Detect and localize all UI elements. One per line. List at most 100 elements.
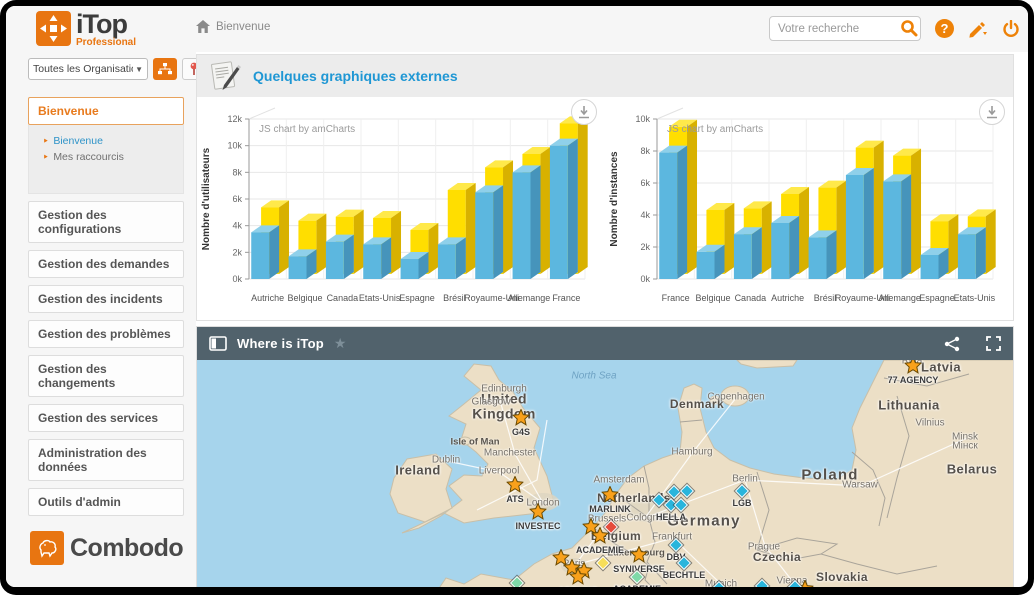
window-frame: iTop Professional Bienvenue ? xyxy=(0,0,1034,595)
org-hierarchy-button[interactable] xyxy=(153,58,177,80)
map-marker-star[interactable] xyxy=(570,568,587,587)
map-marker-star[interactable] xyxy=(530,503,547,525)
chart-download-button[interactable] xyxy=(571,99,597,125)
svg-text:Etats-Unis: Etats-Unis xyxy=(954,293,996,303)
organization-select[interactable]: Toutes les Organisation ▼ xyxy=(28,58,148,80)
map-title: Where is iTop xyxy=(237,336,324,351)
svg-text:Brésil: Brésil xyxy=(443,293,466,303)
sidebar-subitem-bienvenue[interactable]: ‣Bienvenue xyxy=(43,135,177,147)
sidebar-item-outils-d-admin[interactable]: Outils d'admin xyxy=(28,488,184,516)
brand-edition: Professional xyxy=(76,38,136,48)
combodo-logo[interactable]: Combodo xyxy=(30,531,183,565)
map-header: Where is iTop ★ xyxy=(197,327,1013,360)
help-icon[interactable]: ? xyxy=(935,19,954,38)
svg-text:8k: 8k xyxy=(232,167,242,177)
svg-text:Canada: Canada xyxy=(735,293,767,303)
svg-text:Allemange: Allemange xyxy=(508,293,551,303)
bienvenue-submenu: ‣Bienvenue ‣Mes raccourcis xyxy=(28,125,184,194)
search-icon[interactable] xyxy=(900,19,918,37)
svg-text:10k: 10k xyxy=(635,114,650,124)
sidebar-item-gestion-des-configurations[interactable]: Gestion des configurations xyxy=(28,201,184,243)
download-icon xyxy=(578,106,590,119)
chart-download-button[interactable] xyxy=(979,99,1005,125)
svg-text:Brésil: Brésil xyxy=(814,293,837,303)
document-icon xyxy=(207,59,243,93)
sidebar-item-bienvenue[interactable]: Bienvenue xyxy=(28,97,184,125)
svg-text:Nombre d'instances: Nombre d'instances xyxy=(609,151,620,247)
svg-text:Allemange: Allemange xyxy=(878,293,921,303)
svg-text:12k: 12k xyxy=(227,114,242,124)
svg-text:8k: 8k xyxy=(640,146,650,156)
svg-text:Belgique: Belgique xyxy=(287,293,322,303)
sidebar-item-gestion-des-incidents[interactable]: Gestion des incidents xyxy=(28,285,184,313)
svg-text:JS chart by amCharts: JS chart by amCharts xyxy=(259,124,355,135)
panel-toggle-icon[interactable] xyxy=(209,336,227,351)
map-marker-label: HELLA xyxy=(656,512,686,522)
logout-icon[interactable] xyxy=(1002,20,1020,38)
sidebar-item-administration-des-donn-es[interactable]: Administration des données xyxy=(28,439,184,481)
search-input[interactable] xyxy=(769,16,921,41)
sitemap-icon xyxy=(158,63,172,75)
itop-app: iTop Professional Bienvenue ? xyxy=(6,6,1028,587)
map-marker-star[interactable] xyxy=(507,476,524,498)
svg-text:Canada: Canada xyxy=(327,293,359,303)
map-marker-label: ACADEMIE xyxy=(613,584,661,587)
map-marker-label: BECHTLE xyxy=(663,570,706,580)
svg-text:0k: 0k xyxy=(640,274,650,284)
brand-name: iTop xyxy=(76,9,127,39)
map-canvas[interactable]: North SeaUnited KingdomIrelandNetherland… xyxy=(197,360,1013,587)
map-marker-label: LGB xyxy=(733,498,752,508)
combodo-icon xyxy=(30,531,64,565)
fullscreen-icon[interactable] xyxy=(986,336,1001,351)
sidebar-item-gestion-des-services[interactable]: Gestion des services xyxy=(28,404,184,432)
svg-text:Etats-Unis: Etats-Unis xyxy=(359,293,401,303)
breadcrumb-label: Bienvenue xyxy=(216,21,270,33)
sidebar-item-gestion-des-probl-mes[interactable]: Gestion des problèmes xyxy=(28,320,184,348)
charts-row: 0k2k4k6k8k10k12kAutricheBelgiqueCanadaEt… xyxy=(197,97,1013,315)
itop-logo-icon xyxy=(36,11,71,46)
map-marker-star[interactable] xyxy=(631,546,648,568)
svg-text:2k: 2k xyxy=(640,242,650,252)
download-icon xyxy=(986,106,998,119)
sidebar-item-gestion-des-changements[interactable]: Gestion des changements xyxy=(28,355,184,397)
svg-text:10k: 10k xyxy=(227,141,242,151)
svg-text:Espagne: Espagne xyxy=(399,293,435,303)
map-marker-star[interactable] xyxy=(905,360,922,379)
dashboard-header: Quelques graphiques externes xyxy=(197,55,1013,97)
svg-text:Espagne: Espagne xyxy=(919,293,955,303)
svg-text:Belgique: Belgique xyxy=(695,293,730,303)
edit-menu-icon[interactable] xyxy=(968,20,988,38)
svg-text:0k: 0k xyxy=(232,274,242,284)
arrow-bullet-icon: ‣ xyxy=(43,152,48,163)
svg-text:4k: 4k xyxy=(232,221,242,231)
sidebar-menu: Bienvenue ‣Bienvenue ‣Mes raccourcis Ges… xyxy=(28,90,184,516)
svg-text:JS chart by amCharts: JS chart by amCharts xyxy=(667,124,763,135)
svg-text:2k: 2k xyxy=(232,247,242,257)
chevron-down-icon: ▼ xyxy=(135,65,143,74)
share-icon[interactable] xyxy=(944,336,960,352)
svg-text:Autriche: Autriche xyxy=(251,293,284,303)
sidebar: Toutes les Organisation ▼ Bienvenue ‣Bie… xyxy=(6,52,196,587)
dashboard-title: Quelques graphiques externes xyxy=(253,68,458,84)
svg-text:France: France xyxy=(552,293,580,303)
sidebar-subitem-mes-raccourcis[interactable]: ‣Mes raccourcis xyxy=(43,151,177,163)
svg-text:6k: 6k xyxy=(640,178,650,188)
sidebar-item-gestion-des-demandes[interactable]: Gestion des demandes xyxy=(28,250,184,278)
map-marker-star[interactable] xyxy=(513,409,530,431)
top-bar: iTop Professional Bienvenue ? xyxy=(6,6,1028,52)
svg-text:France: France xyxy=(662,293,690,303)
svg-text:Autriche: Autriche xyxy=(771,293,804,303)
arrow-bullet-icon: ‣ xyxy=(43,136,48,147)
map-marker-star[interactable] xyxy=(602,486,619,508)
chart-users: 0k 2k 4k 6k 8k 10k 12k AutricheBelgique CanadaEt… xyxy=(197,97,605,315)
favorite-star-icon[interactable]: ★ xyxy=(334,335,347,352)
chart-instances: 0k2k4k6k8k10kFranceBelgiqueCanadaAutrich… xyxy=(605,97,1013,315)
dashboard-panel: Quelques graphiques externes 0k 2k 4k 6k 8k 1… xyxy=(196,54,1014,321)
svg-text:6k: 6k xyxy=(232,194,242,204)
home-icon xyxy=(196,20,210,33)
map-marker-star[interactable] xyxy=(592,527,609,549)
itop-logo[interactable]: iTop Professional xyxy=(36,11,136,48)
breadcrumb[interactable]: Bienvenue xyxy=(196,20,270,33)
map-panel: Where is iTop ★ xyxy=(196,326,1014,587)
svg-text:Nombre d'utilisateurs: Nombre d'utilisateurs xyxy=(201,147,212,250)
